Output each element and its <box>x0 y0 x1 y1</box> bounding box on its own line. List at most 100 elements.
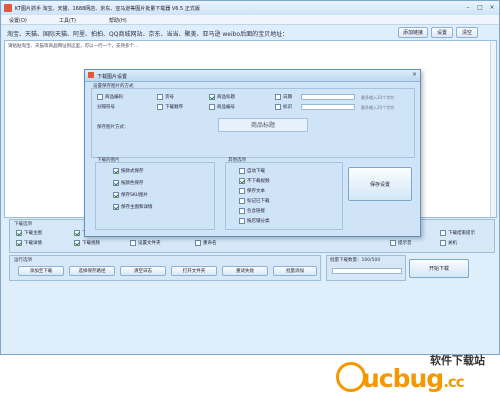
checkbox-icon <box>113 192 119 198</box>
tag-field[interactable] <box>301 104 355 110</box>
minimize-button[interactable]: – <box>463 4 473 12</box>
content-option-sku[interactable]: 保存SKU图片 <box>113 192 148 198</box>
add-to-download-button[interactable]: 添加至下载 <box>18 266 64 276</box>
quick-actions-title: 运行选项 <box>14 258 32 263</box>
option-label: 按颜色保存 <box>121 181 144 186</box>
option-label: 下载主图 <box>24 231 42 236</box>
main-window: KT图片抓手 淘宝、天猫、1688网店、京东、亚马逊等图片批量下载器 V6.5 … <box>0 0 500 355</box>
watermark-logo-tld: .cc <box>443 373 465 391</box>
option-label: 设置文件夹 <box>138 241 161 246</box>
add-link-button[interactable]: 添加链接 <box>398 27 428 38</box>
menu-settings[interactable]: 设置(O) <box>9 17 27 24</box>
watermark-logo-main: ucbug <box>362 364 444 393</box>
menu-help[interactable]: 帮助(H) <box>109 17 127 24</box>
content-option-detail[interactable]: 保存主图和详情 <box>113 204 153 210</box>
option-label: 包含链接 <box>247 209 265 214</box>
other-option-shop[interactable]: 按店铺分类 <box>239 218 270 224</box>
option-finish-hint[interactable]: 下载结束提示 <box>440 230 475 236</box>
save-settings-button[interactable]: 保存设置 <box>348 167 412 201</box>
download-settings-dialog: 下载图片设置 × 设置保存图片的方式 商品编码 货号 商品标题 日期 最多输入2… <box>84 69 421 237</box>
option-label: 重命名 <box>203 241 217 246</box>
option-label: 标识 <box>283 105 292 110</box>
option-label: 货号 <box>165 95 174 100</box>
watermark: 软件下载站 ucbug.cc <box>322 348 500 400</box>
url-input-text: 请粘贴淘宝、天猫等商品网址到这里，可以一行一个，支持多个... <box>8 44 139 49</box>
option-shutdown[interactable]: 关机 <box>440 240 457 246</box>
dialog-title: 下载图片设置 <box>97 74 128 80</box>
settings-button[interactable]: 设置 <box>431 27 453 38</box>
checkbox-icon <box>113 204 119 210</box>
option-label: 不下载视频 <box>247 179 270 184</box>
checkbox-icon <box>157 104 163 110</box>
watermark-logo: ucbug.cc <box>362 364 465 393</box>
naming-option-order[interactable]: 下载顺序 <box>157 104 183 110</box>
checkbox-icon <box>74 230 80 236</box>
checkbox-icon <box>275 104 281 110</box>
date-format-field[interactable] <box>301 94 355 100</box>
download-options-title: 下载选项 <box>14 222 32 227</box>
batch-panel: 批量下载数量：100/500 <box>326 255 406 281</box>
option-label: 标记已下载 <box>247 199 270 204</box>
preview-label: 保存图片方式： <box>97 125 129 130</box>
other-option-save-text[interactable]: 保存文本 <box>239 188 265 194</box>
window-title: KT图片抓手 淘宝、天猫、1688网店、京东、亚马逊等图片批量下载器 V6.5 … <box>15 6 200 12</box>
content-option-color[interactable]: 按颜色保存 <box>113 180 144 186</box>
option-sound[interactable]: 提示音 <box>390 240 412 246</box>
other-option-mark[interactable]: 标记已下载 <box>239 198 270 204</box>
dialog-close-icon[interactable]: × <box>412 71 417 78</box>
checkbox-icon <box>239 208 245 214</box>
option-main-image[interactable]: 下载主图 <box>16 230 42 236</box>
option-label: 保存主图和详情 <box>121 205 153 210</box>
batch-count-field[interactable] <box>332 268 402 274</box>
start-download-button[interactable]: 开始下载 <box>409 259 469 278</box>
url-row: 淘宝、天猫、国际天猫、阿里、拍拍、QQ商城网站、京东、当当、聚美、亚马逊 wei… <box>1 25 499 40</box>
checkbox-icon <box>130 240 136 246</box>
vertical-scrollbar[interactable] <box>490 41 496 217</box>
naming-option-tag[interactable]: 标识 <box>275 104 292 110</box>
naming-option-item-no[interactable]: 货号 <box>157 94 174 100</box>
option-detail[interactable]: 下载详情 <box>16 240 42 246</box>
option-label: 商品标题 <box>217 95 235 100</box>
other-option-no-video[interactable]: 不下载视频 <box>239 178 270 184</box>
close-button[interactable]: × <box>487 4 497 12</box>
option-folder[interactable]: 设置文件夹 <box>130 240 161 246</box>
checkbox-icon <box>74 240 80 246</box>
checkbox-icon <box>209 104 215 110</box>
maximize-button[interactable]: □ <box>475 4 485 12</box>
naming-option-date[interactable]: 日期 <box>275 94 292 100</box>
clear-log-button[interactable]: 清空日志 <box>120 266 166 276</box>
content-option-style[interactable]: 按款式保存 <box>113 168 144 174</box>
option-rename[interactable]: 重命名 <box>195 240 217 246</box>
batch-add-button[interactable]: 批量添加 <box>273 266 317 276</box>
checkbox-icon <box>239 188 245 194</box>
checkbox-icon <box>113 180 119 186</box>
clear-button[interactable]: 清空 <box>456 27 478 38</box>
open-folder-button[interactable]: 打开文件夹 <box>171 266 217 276</box>
naming-option-title[interactable]: 商品标题 <box>209 94 235 100</box>
naming-option-number[interactable]: 商品编号 <box>209 104 235 110</box>
option-label: 商品编号 <box>217 105 235 110</box>
batch-count-label: 批量下载数量：100/500 <box>330 258 381 263</box>
checkbox-icon <box>195 240 201 246</box>
checkbox-icon <box>275 94 281 100</box>
option-label: 按店铺分类 <box>247 219 270 224</box>
option-label: 下载视频 <box>82 241 100 246</box>
retry-failed-button[interactable]: 重试失败 <box>222 266 268 276</box>
char-limit-hint-2: 最多输入20个字符 <box>361 105 395 110</box>
naming-option-code[interactable]: 商品编码 <box>97 94 123 100</box>
menu-bar: 设置(O) 工具(T) 帮助(H) <box>1 15 499 25</box>
other-option-link[interactable]: 包含链接 <box>239 208 265 214</box>
checkbox-icon <box>239 198 245 204</box>
checkbox-icon <box>16 240 22 246</box>
checkbox-icon <box>390 240 396 246</box>
menu-tools[interactable]: 工具(T) <box>59 17 76 24</box>
option-label: 下载顺序 <box>165 105 183 110</box>
other-option-auto[interactable]: 自动下载 <box>239 168 265 174</box>
naming-option-separator[interactable]: 分隔符号 <box>97 104 115 110</box>
checkbox-icon <box>440 230 446 236</box>
option-video[interactable]: 下载视频 <box>74 240 100 246</box>
option-label: 商品编码 <box>105 95 123 100</box>
checkbox-icon <box>440 240 446 246</box>
choose-path-button[interactable]: 选择保存路径 <box>69 266 115 276</box>
checkbox-icon <box>16 230 22 236</box>
